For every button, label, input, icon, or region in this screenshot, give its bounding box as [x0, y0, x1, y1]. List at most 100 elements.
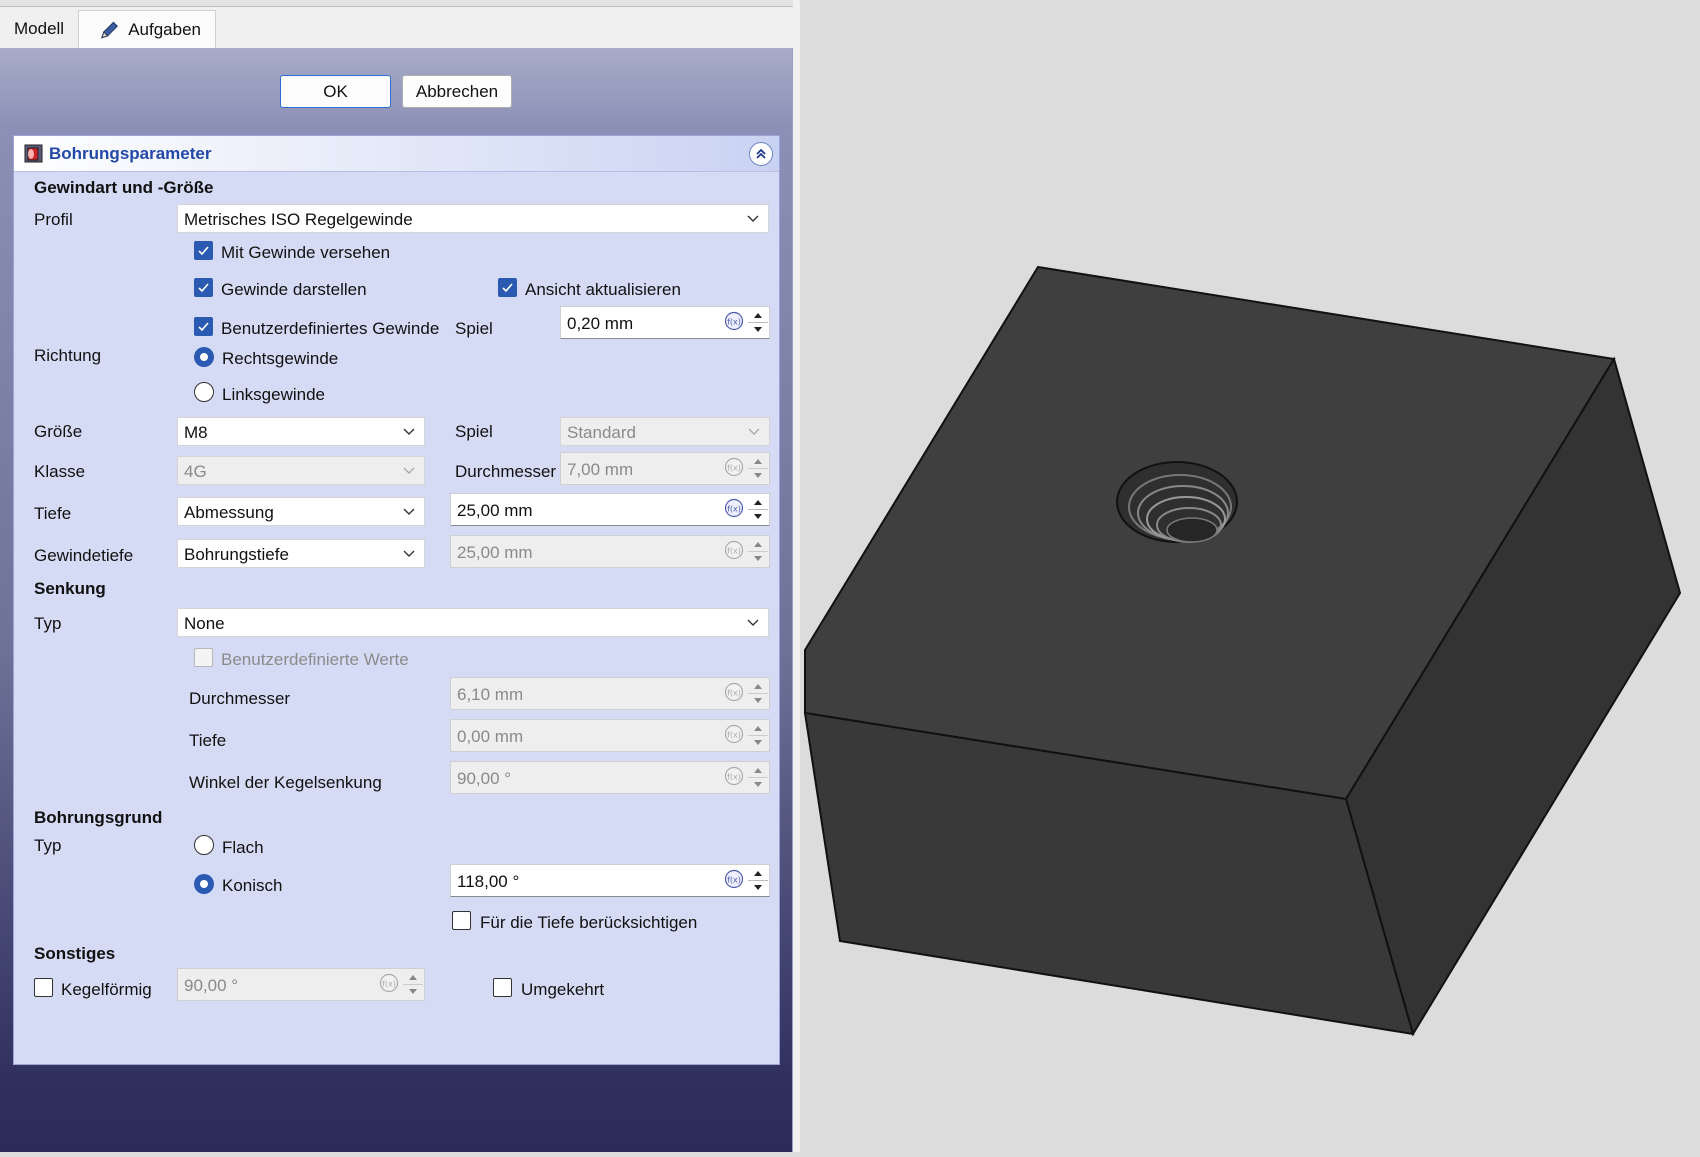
expression-icon[interactable]: f(x) [724, 498, 744, 518]
tapered-angle-spinbox[interactable]: 90,00 ° f(x) [177, 968, 425, 1001]
spin-arrows-icon[interactable] [748, 763, 768, 792]
diameter-label: Durchmesser [455, 462, 557, 481]
svg-text:f(x): f(x) [727, 505, 741, 514]
class-select[interactable]: 4G [177, 456, 425, 485]
flat-radio[interactable] [194, 835, 214, 855]
expression-icon[interactable]: f(x) [724, 766, 744, 786]
update-view-checkbox[interactable] [498, 278, 517, 297]
tapered-checkbox[interactable] [34, 978, 53, 997]
spin-arrows-icon[interactable] [748, 308, 768, 337]
spin-arrows-icon[interactable] [748, 495, 768, 524]
svg-text:f(x): f(x) [727, 876, 741, 885]
threaded-block-model [803, 265, 1682, 1037]
flat-label: Flach [222, 838, 264, 857]
depth-type-select[interactable]: Abmessung [177, 497, 425, 526]
chevron-up-icon [756, 148, 766, 159]
spin-arrows-icon[interactable] [748, 721, 768, 750]
expression-icon[interactable]: f(x) [724, 682, 744, 702]
countersink-angle-value: 90,00 ° [457, 769, 512, 788]
svg-text:f(x): f(x) [382, 980, 396, 989]
size-label: Größe [34, 422, 83, 441]
expression-icon[interactable]: f(x) [724, 724, 744, 744]
countersink-depth-label: Tiefe [189, 731, 227, 750]
clearance-spinbox[interactable]: 0,20 mm f(x) [560, 306, 770, 339]
spin-arrows-icon[interactable] [748, 679, 768, 708]
spin-arrows-icon[interactable] [403, 970, 423, 999]
expression-icon[interactable]: f(x) [724, 457, 744, 477]
spin-arrows-icon[interactable] [748, 454, 768, 483]
fit-select[interactable]: Standard [560, 417, 770, 446]
clearance-value: 0,20 mm [567, 314, 634, 333]
checkmark-icon [502, 283, 513, 293]
thread-depth-value: 25,00 mm [457, 543, 533, 562]
countersink-angle-spinbox[interactable]: 90,00 ° f(x) [450, 761, 770, 794]
tab-modell-label: Modell [14, 19, 65, 38]
custom-values-label: Benutzerdefinierte Werte [221, 650, 409, 669]
profile-select[interactable]: Metrisches ISO Regelgewinde [177, 204, 769, 233]
expression-icon[interactable]: f(x) [724, 311, 744, 331]
fit-label: Spiel [455, 422, 493, 441]
reversed-checkbox[interactable] [493, 978, 512, 997]
angled-radio[interactable] [194, 874, 214, 894]
countersink-heading: Senkung [34, 579, 106, 598]
reversed-label: Umgekehrt [521, 980, 605, 999]
expression-icon[interactable]: f(x) [379, 973, 399, 993]
right-hand-label: Rechtsgewinde [222, 349, 339, 368]
spin-arrows-icon[interactable] [748, 866, 768, 895]
countersink-type-value: None [184, 614, 225, 633]
countersink-diameter-label: Durchmesser [189, 689, 291, 708]
chevron-down-icon [403, 467, 415, 474]
countersink-type-select[interactable]: None [177, 608, 769, 637]
checkmark-icon [198, 322, 209, 332]
tab-modell[interactable]: Modell [0, 10, 78, 48]
custom-thread-checkbox[interactable] [194, 317, 213, 336]
size-select[interactable]: M8 [177, 417, 425, 446]
model-thread-label: Gewinde darstellen [221, 280, 367, 299]
countersink-depth-spinbox[interactable]: 0,00 mm f(x) [450, 719, 770, 752]
tapered-label: Kegelförmig [61, 980, 152, 999]
ok-button[interactable]: OK [280, 75, 391, 108]
diameter-value: 7,00 mm [567, 460, 634, 479]
drill-point-type-label: Typ [34, 836, 62, 855]
diameter-spinbox[interactable]: 7,00 mm f(x) [560, 452, 770, 485]
update-view-label: Ansicht aktualisieren [525, 280, 681, 299]
expression-icon[interactable]: f(x) [724, 540, 744, 560]
right-hand-radio[interactable] [194, 347, 214, 367]
chevron-down-icon [747, 619, 759, 626]
expression-icon[interactable]: f(x) [724, 869, 744, 889]
for-depth-checkbox[interactable] [452, 911, 471, 930]
clearance-label: Spiel [455, 319, 493, 338]
drill-angle-value: 118,00 ° [457, 872, 520, 891]
hole-parameters-title: Bohrungsparameter [49, 144, 212, 163]
collapse-button[interactable] [749, 142, 773, 166]
svg-text:f(x): f(x) [727, 318, 741, 327]
class-value: 4G [184, 462, 207, 481]
spin-arrows-icon[interactable] [748, 537, 768, 566]
3d-viewport[interactable] [800, 0, 1700, 1152]
depth-label: Tiefe [34, 504, 72, 523]
model-thread-checkbox[interactable] [194, 278, 213, 297]
chevron-down-icon [403, 428, 415, 435]
profile-label: Profil [34, 210, 73, 229]
thread-depth-spinbox[interactable]: 25,00 mm f(x) [450, 535, 770, 568]
thread-depth-label: Gewindetiefe [34, 546, 134, 565]
svg-text:f(x): f(x) [727, 464, 741, 473]
threaded-checkbox[interactable] [194, 241, 213, 260]
hole-feature-icon [24, 144, 43, 163]
thread-depth-type-select[interactable]: Bohrungstiefe [177, 539, 425, 568]
countersink-diameter-spinbox[interactable]: 6,10 mm f(x) [450, 677, 770, 710]
cancel-button[interactable]: Abbrechen [402, 75, 512, 108]
tab-aufgaben[interactable]: Aufgaben [78, 10, 216, 48]
threaded-label: Mit Gewinde versehen [221, 243, 391, 262]
threading-heading: Gewindart und -Größe [34, 178, 214, 197]
splitter-handle[interactable] [793, 0, 800, 1152]
left-hand-label: Linksgewinde [222, 385, 326, 404]
class-label: Klasse [34, 462, 86, 481]
drill-angle-spinbox[interactable]: 118,00 ° f(x) [450, 864, 770, 897]
svg-text:f(x): f(x) [727, 773, 741, 782]
left-hand-radio[interactable] [194, 382, 214, 402]
svg-text:f(x): f(x) [727, 731, 741, 740]
tab-bar: Modell Aufgaben [0, 10, 800, 48]
custom-values-checkbox[interactable] [194, 648, 213, 667]
depth-spinbox[interactable]: 25,00 mm f(x) [450, 493, 770, 526]
